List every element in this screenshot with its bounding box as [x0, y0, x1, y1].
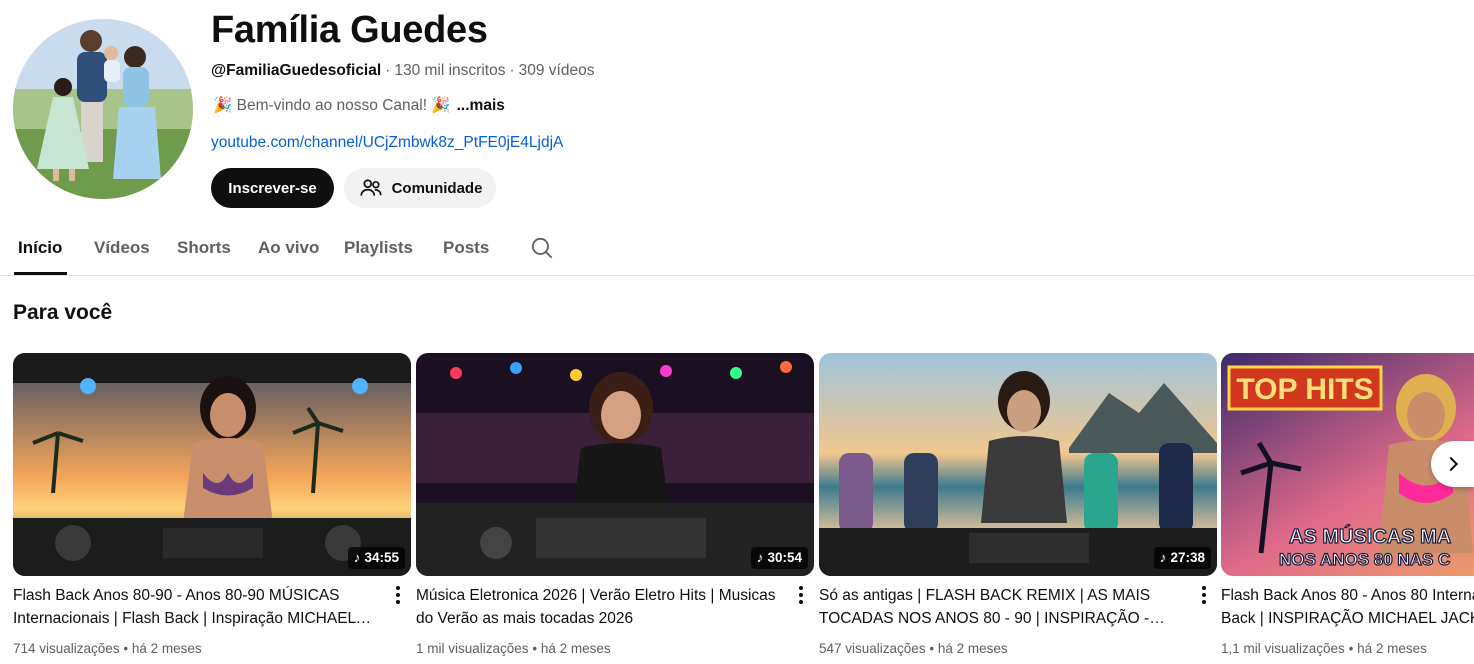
channel-description[interactable]: 🎉 Bem-vindo ao nosso Canal! 🎉 ...mais [213, 96, 505, 116]
kebab-menu-icon[interactable] [793, 585, 809, 605]
description-text: 🎉 Bem-vindo ao nosso Canal! 🎉 [213, 97, 451, 114]
video-title[interactable]: Flash Back Anos 80-90 - Anos 80-90 MÚSIC… [13, 584, 385, 630]
channel-tabs: Início Vídeos Shorts Ao vivo Playlists P… [0, 226, 1474, 276]
video-stats: 1,1 mil visualizações • há 2 meses [1221, 640, 1427, 658]
more-link[interactable]: ...mais [457, 97, 505, 114]
meta-separator: · [509, 62, 515, 79]
chevron-right-icon [1449, 456, 1458, 472]
upload-age: há 2 meses [1357, 641, 1427, 656]
channel-name: Família Guedes [211, 9, 488, 51]
thumb-text-line1: AS MÚSICAS MA [1289, 524, 1451, 548]
video-stats: 1 mil visualizações • há 2 meses [416, 640, 611, 658]
channel-handle: @FamiliaGuedesoficial [211, 62, 382, 79]
video-card: TOP HITS AS MÚSICAS MA NOS ANOS 80 NAS C… [1221, 353, 1474, 664]
video-thumbnail[interactable]: ♪ 30:54 [416, 353, 814, 576]
channel-meta: @FamiliaGuedesoficial · 130 mil inscritos ·… [211, 61, 594, 81]
duration-label: 34:55 [364, 550, 399, 565]
meta-separator: · [385, 62, 391, 79]
thumbnail-image [13, 353, 411, 576]
stats-separator: • [123, 641, 129, 656]
video-title[interactable]: Música Eletronica 2026 | Verão Eletro Hi… [416, 584, 788, 630]
people-icon [359, 179, 382, 196]
video-duration: ♪ 27:38 [1153, 547, 1211, 569]
community-button[interactable]: Comunidade [344, 168, 496, 208]
section-title: Para você [13, 301, 113, 324]
channel-link[interactable]: youtube.com/channel/UCjZmbwk8z_PtFE0jE4L… [211, 133, 563, 153]
stats-separator: • [1348, 641, 1354, 656]
subscribe-button[interactable]: Inscrever-se [211, 168, 334, 208]
kebab-menu-icon[interactable] [390, 585, 406, 605]
video-thumbnail[interactable]: ♪ 27:38 [819, 353, 1217, 576]
thumbnail-image [416, 353, 814, 576]
tab-inicio[interactable]: Início [18, 238, 62, 258]
subscriber-count: 130 mil inscritos [394, 62, 506, 79]
tab-posts[interactable]: Posts [443, 238, 489, 258]
video-card: ♪ 34:55 Flash Back Anos 80-90 - Anos 80-… [13, 353, 411, 656]
video-card: ♪ 30:54 Música Eletronica 2026 | Verão E… [416, 353, 814, 656]
carousel-next-button[interactable] [1431, 441, 1474, 487]
thumb-text-top: TOP HITS [1236, 373, 1373, 406]
video-title[interactable]: Flash Back Anos 80 - Anos 80 Internacion… [1221, 584, 1474, 630]
tab-playlists[interactable]: Playlists [344, 238, 413, 258]
channel-avatar [13, 19, 193, 199]
active-tab-indicator [14, 272, 67, 275]
tab-videos[interactable]: Vídeos [94, 238, 150, 258]
search-icon[interactable] [529, 235, 555, 261]
view-count: 1,1 mil visualizações [1221, 641, 1345, 656]
duration-label: 27:38 [1170, 550, 1205, 565]
upload-age: há 2 meses [937, 641, 1008, 656]
music-note-icon: ♪ [756, 550, 764, 565]
view-count: 714 visualizações [13, 641, 120, 656]
duration-label: 30:54 [767, 550, 802, 565]
view-count: 547 visualizações [819, 641, 926, 656]
video-stats: 714 visualizações • há 2 meses [13, 640, 202, 658]
stats-separator: • [929, 641, 935, 656]
music-note-icon: ♪ [353, 550, 361, 565]
view-count: 1 mil visualizações [416, 641, 529, 656]
family-photo [13, 19, 193, 199]
video-count: 309 vídeos [518, 62, 595, 79]
video-duration: ♪ 30:54 [750, 547, 808, 569]
music-note-icon: ♪ [1159, 550, 1167, 565]
community-label: Comunidade [391, 179, 483, 197]
video-thumbnail[interactable]: ♪ 34:55 [13, 353, 411, 576]
tab-ao-vivo[interactable]: Ao vivo [258, 238, 319, 258]
video-stats: 547 visualizações • há 2 meses [819, 640, 1008, 658]
stats-separator: • [532, 641, 538, 656]
video-card: ♪ 27:38 Só as antigas | FLASH BACK REMIX… [819, 353, 1217, 656]
thumbnail-image [819, 353, 1217, 576]
kebab-menu-icon[interactable] [1196, 585, 1212, 605]
video-duration: ♪ 34:55 [347, 547, 405, 569]
video-title[interactable]: Só as antigas | FLASH BACK REMIX | AS MA… [819, 584, 1191, 630]
upload-age: há 2 meses [540, 641, 611, 656]
upload-age: há 2 meses [131, 641, 202, 656]
tab-shorts[interactable]: Shorts [177, 238, 231, 258]
thumb-text-line2: NOS ANOS 80 NAS C [1279, 550, 1450, 569]
